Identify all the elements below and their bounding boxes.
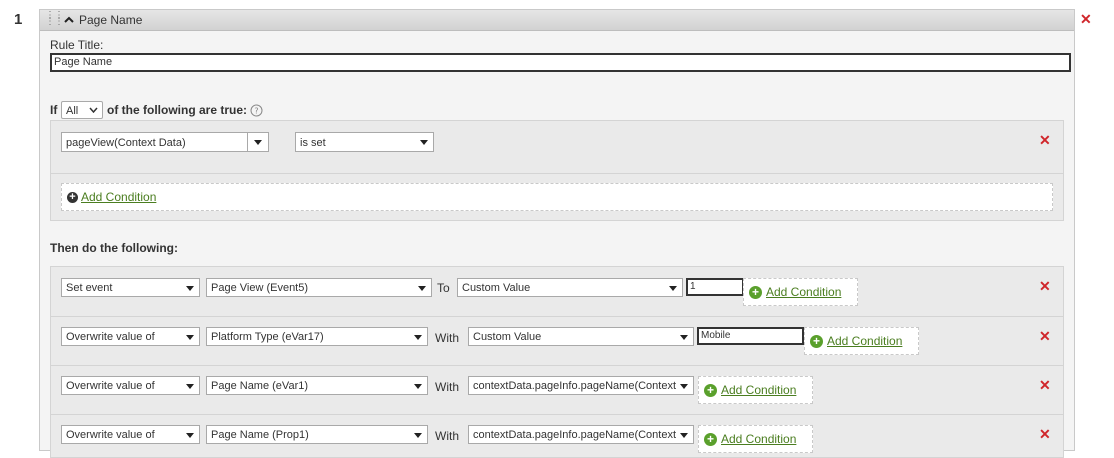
drag-handle-icon[interactable]: ⋮⋮ ⋮⋮ — [45, 11, 64, 27]
triangle-down-icon — [186, 335, 194, 340]
triangle-down-icon — [418, 286, 426, 291]
action-value: Overwrite value of — [66, 331, 155, 343]
match-select[interactable]: All — [61, 101, 103, 119]
action-select[interactable]: Overwrite value of — [61, 327, 200, 346]
if-label: If — [50, 103, 58, 117]
chevron-up-icon[interactable] — [62, 13, 76, 27]
action-value: Overwrite value of — [66, 429, 155, 441]
svg-text:?: ? — [254, 107, 258, 116]
source-select[interactable]: Custom Value — [468, 327, 694, 346]
conditions-panel: pageView(Context Data) is set ✕ + Add Con… — [50, 120, 1064, 221]
add-condition-link[interactable]: + Add Condition — [704, 383, 796, 398]
match-select-value: All — [66, 105, 79, 117]
plus-circle-icon: + — [704, 433, 717, 447]
question-circle-icon[interactable]: ? — [250, 104, 263, 117]
add-condition-label[interactable]: Add Condition — [81, 190, 156, 204]
add-condition-area[interactable]: + Add Condition — [743, 278, 858, 306]
add-condition-area[interactable]: + Add Condition — [61, 183, 1053, 211]
target-select[interactable]: Platform Type (eVar17) — [206, 327, 428, 346]
action-value: Overwrite value of — [66, 380, 155, 392]
connector-label: With — [435, 429, 459, 443]
connector-label: With — [435, 380, 459, 394]
delete-action-icon[interactable]: ✕ — [1039, 329, 1051, 343]
target-value: Page Name (Prop1) — [211, 429, 309, 441]
source-value: Custom Value — [473, 331, 542, 343]
triangle-down-icon — [414, 384, 422, 389]
add-condition-label[interactable]: Add Condition — [766, 285, 841, 299]
rule-number: 1 — [14, 11, 23, 28]
triangle-down-icon — [420, 140, 428, 145]
rule-header[interactable]: ⋮⋮ ⋮⋮ Page Name — [40, 10, 1074, 31]
target-select[interactable]: Page Name (eVar1) — [206, 376, 428, 395]
action-select[interactable]: Set event — [61, 278, 200, 297]
target-value: Page View (Event5) — [211, 282, 309, 294]
plus-circle-icon: + — [67, 192, 78, 204]
divider — [51, 173, 1063, 174]
add-condition-area[interactable]: + Add Condition — [698, 376, 813, 404]
add-condition-link[interactable]: + Add Condition — [704, 432, 796, 447]
rule-panel: ⋮⋮ ⋮⋮ Page Name Rule Title: Page Name If … — [39, 9, 1075, 458]
custom-value-input[interactable]: 1 — [686, 278, 744, 296]
add-condition-link[interactable]: + Add Condition — [67, 190, 156, 204]
plus-circle-icon: + — [704, 384, 717, 398]
rule-title-input[interactable]: Page Name — [50, 53, 1071, 72]
action-select[interactable]: Overwrite value of — [61, 425, 200, 444]
source-value: Custom Value — [462, 282, 531, 294]
rule-title-label: Rule Title: — [50, 38, 104, 52]
condition-operator-select[interactable]: is set — [295, 132, 434, 152]
source-value: contextData.pageInfo.pageName(Context — [473, 380, 677, 392]
add-condition-area[interactable]: + Add Condition — [698, 425, 813, 453]
conditions-suffix: of the following are true: — [107, 103, 247, 117]
dropdown-button[interactable] — [247, 133, 268, 151]
condition-operator-value: is set — [300, 137, 326, 149]
plus-circle-icon: + — [749, 286, 762, 300]
condition-variable-value: pageView(Context Data) — [66, 137, 186, 149]
add-condition-link[interactable]: + Add Condition — [810, 334, 902, 349]
source-select[interactable]: contextData.pageInfo.pageName(Context — [468, 425, 694, 444]
source-select[interactable]: Custom Value — [457, 278, 683, 297]
add-condition-label[interactable]: Add Condition — [721, 432, 796, 446]
target-value: Page Name (eVar1) — [211, 380, 309, 392]
add-condition-label[interactable]: Add Condition — [721, 383, 796, 397]
source-value: contextData.pageInfo.pageName(Context — [473, 429, 677, 441]
actions-heading: Then do the following: — [50, 241, 178, 255]
triangle-down-icon — [680, 384, 688, 389]
custom-value-input[interactable]: Mobile — [697, 327, 804, 345]
divider — [51, 316, 1063, 317]
action-value: Set event — [66, 282, 113, 294]
plus-circle-icon: + — [810, 335, 823, 349]
divider — [51, 365, 1063, 366]
condition-variable-select[interactable]: pageView(Context Data) — [61, 132, 269, 152]
target-value: Platform Type (eVar17) — [211, 331, 324, 343]
divider — [51, 414, 1063, 415]
connector-label: With — [435, 331, 459, 345]
add-condition-area[interactable]: + Add Condition — [804, 327, 919, 355]
add-condition-link[interactable]: + Add Condition — [749, 285, 841, 300]
triangle-down-icon — [414, 335, 422, 340]
target-select[interactable]: Page Name (Prop1) — [206, 425, 428, 444]
delete-action-icon[interactable]: ✕ — [1039, 279, 1051, 293]
target-select[interactable]: Page View (Event5) — [206, 278, 432, 297]
triangle-down-icon — [186, 286, 194, 291]
action-select[interactable]: Overwrite value of — [61, 376, 200, 395]
actions-panel: Set event Page View (Event5) To Custom V… — [50, 266, 1064, 458]
delete-action-icon[interactable]: ✕ — [1039, 427, 1051, 441]
delete-action-icon[interactable]: ✕ — [1039, 378, 1051, 392]
add-condition-label[interactable]: Add Condition — [827, 334, 902, 348]
rule-header-title: Page Name — [79, 13, 143, 27]
triangle-down-icon — [186, 384, 194, 389]
delete-condition-icon[interactable]: ✕ — [1039, 133, 1051, 147]
source-select[interactable]: contextData.pageInfo.pageName(Context — [468, 376, 694, 395]
connector-label: To — [437, 281, 450, 295]
chevron-down-icon — [89, 107, 98, 114]
triangle-down-icon — [254, 140, 262, 145]
triangle-down-icon — [669, 286, 677, 291]
triangle-down-icon — [680, 335, 688, 340]
delete-rule-icon[interactable]: ✕ — [1080, 12, 1092, 26]
